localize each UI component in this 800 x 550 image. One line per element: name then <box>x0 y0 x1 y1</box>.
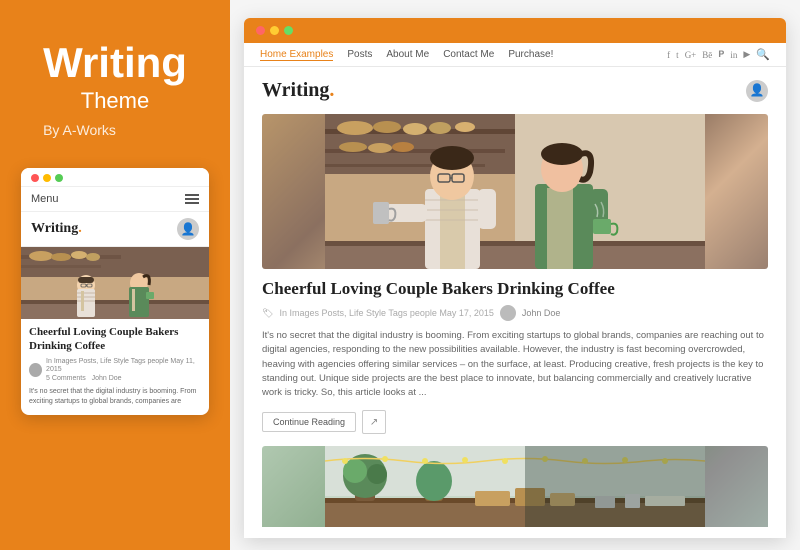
mobile-dot-green <box>55 174 63 182</box>
main-post-body: It's no secret that the digital industry… <box>262 329 768 400</box>
mobile-logo-bar: Writing. 👤 <box>21 212 209 247</box>
nav-link-posts[interactable]: Posts <box>347 49 372 60</box>
mobile-user-icon[interactable]: 👤 <box>177 218 199 240</box>
desktop-traffic-lights <box>256 26 293 35</box>
behance-icon[interactable]: Bē <box>702 50 712 60</box>
mobile-nav-bar: Menu <box>21 187 209 212</box>
desktop-browser-nav: Home Examples Posts About Me Contact Me … <box>244 43 786 67</box>
mobile-menu-label: Menu <box>31 193 59 205</box>
mobile-post-image-svg <box>21 247 209 319</box>
main-post-image-svg <box>262 114 768 269</box>
desktop-social-icons: f t G+ Bē 𝐏 in ▶ 🔍 <box>667 48 770 61</box>
youtube-icon[interactable]: ▶ <box>743 49 750 60</box>
instagram-icon[interactable]: in <box>730 50 737 60</box>
twitter-icon[interactable]: t <box>676 50 679 60</box>
search-icon[interactable]: 🔍 <box>756 48 770 61</box>
mobile-post-image <box>21 247 209 319</box>
mobile-dot-yellow <box>43 174 51 182</box>
post-author-name: John Doe <box>522 308 561 318</box>
desktop-nav-links: Home Examples Posts About Me Contact Me … <box>260 49 553 61</box>
nav-link-home[interactable]: Home Examples <box>260 49 333 61</box>
desktop-user-icon[interactable]: 👤 <box>746 80 768 102</box>
desktop-dot-green <box>284 26 293 35</box>
mobile-dot-red <box>31 174 39 182</box>
mobile-avatar <box>29 363 42 377</box>
facebook-icon[interactable]: f <box>667 50 670 60</box>
desktop-site-header: Writing. 👤 <box>262 79 768 102</box>
mobile-post-meta: In Images Posts, Life Style Tags people … <box>21 358 209 387</box>
desktop-dot-yellow <box>270 26 279 35</box>
desktop-logo: Writing. <box>262 79 334 102</box>
nav-link-purchase[interactable]: Purchase! <box>508 49 553 60</box>
post-actions: Continue Reading ↗ <box>262 410 768 434</box>
desktop-preview: Home Examples Posts About Me Contact Me … <box>244 18 786 538</box>
mobile-logo: Writing. <box>31 221 82 237</box>
second-post-image <box>262 446 768 527</box>
continue-reading-button[interactable]: Continue Reading <box>262 412 356 432</box>
mobile-browser-chrome <box>21 168 209 187</box>
right-panel: Home Examples Posts About Me Contact Me … <box>230 0 800 550</box>
mobile-post-title: Cheerful Loving Couple Bakers Drinking C… <box>21 319 209 358</box>
desktop-browser-chrome <box>244 18 786 43</box>
main-post-meta: 🏷 In Images Posts, Life Style Tags peopl… <box>262 305 768 321</box>
nav-link-contact[interactable]: Contact Me <box>443 49 494 60</box>
mobile-traffic-lights <box>31 174 63 182</box>
mobile-preview: Menu Writing. 👤 <box>21 168 209 414</box>
post-author-avatar <box>500 305 516 321</box>
share-button[interactable]: ↗ <box>362 410 386 434</box>
mobile-meta-text: In Images Posts, Life Style Tags people … <box>46 358 201 383</box>
theme-title: Writing Theme By A-Works <box>43 40 187 138</box>
main-post-title: Cheerful Loving Couple Bakers Drinking C… <box>262 279 768 299</box>
mobile-post-body: It's no secret that the digital industry… <box>21 387 209 415</box>
gplus-icon[interactable]: G+ <box>685 50 697 60</box>
second-post-svg <box>262 446 768 527</box>
nav-link-about[interactable]: About Me <box>386 49 429 60</box>
post-meta-text: In Images Posts, Life Style Tags people … <box>279 308 493 318</box>
desktop-dot-red <box>256 26 265 35</box>
pinterest-icon[interactable]: 𝐏 <box>718 49 724 60</box>
hamburger-icon[interactable] <box>185 194 199 204</box>
left-panel: Writing Theme By A-Works Menu Writing. <box>0 0 230 550</box>
desktop-content: Writing. 👤 <box>244 67 786 527</box>
main-post-image <box>262 114 768 269</box>
category-icon: 🏷 <box>262 308 273 319</box>
